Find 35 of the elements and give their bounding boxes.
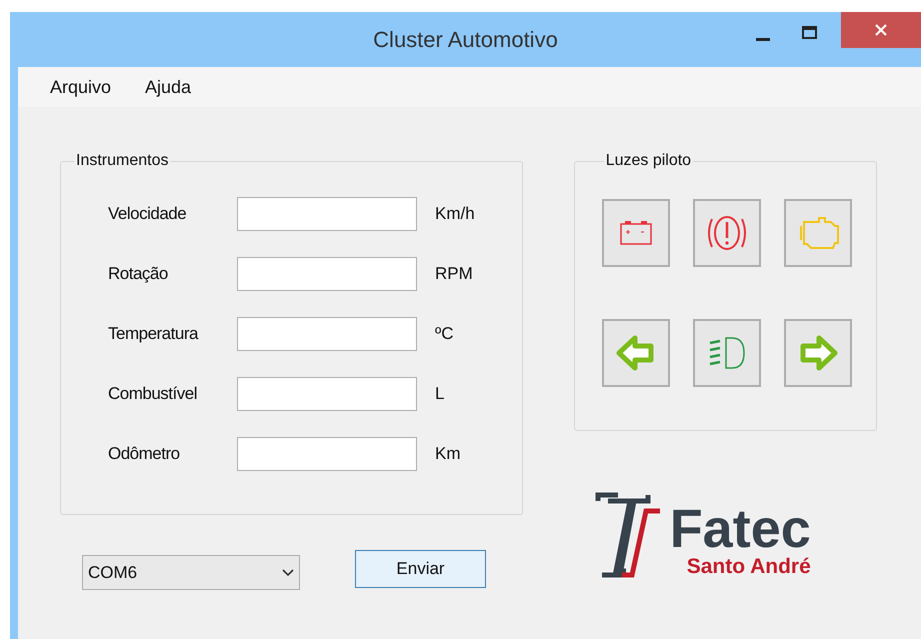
unit-label: L: [435, 383, 444, 406]
unit-label: RPM: [435, 263, 473, 286]
close-icon: [874, 23, 888, 37]
pilot-light-button[interactable]: [784, 199, 852, 267]
pilot-light-button[interactable]: [602, 319, 670, 387]
field-label: Odômetro: [108, 443, 181, 466]
group-title: Luzes piloto: [604, 151, 692, 171]
field-label: Velocidade: [108, 203, 188, 226]
unit-label: Km: [435, 443, 460, 466]
dropdown-value: COM6: [88, 562, 138, 584]
caret-icon: [282, 568, 294, 576]
field-label: Temperatura: [108, 323, 200, 346]
pilot-light-button[interactable]: [692, 319, 761, 387]
field-label: Rotação: [108, 263, 169, 286]
pilot-light-button[interactable]: [784, 319, 852, 387]
window-title: Cluster Automotivo: [373, 27, 558, 52]
send-button[interactable]: Enviar: [355, 550, 486, 588]
input-field[interactable]: [237, 437, 417, 471]
input-field[interactable]: [237, 257, 417, 291]
pilot-light-button[interactable]: [602, 199, 670, 267]
group-title: Instrumentos: [75, 151, 170, 171]
field-label: Combustível: [108, 383, 198, 406]
menu-item[interactable]: Arquivo: [50, 74, 112, 100]
unit-label: ºC: [435, 323, 454, 346]
menu-item[interactable]: Ajuda: [145, 74, 192, 100]
close-button[interactable]: [841, 12, 921, 48]
input-field[interactable]: [237, 377, 417, 411]
port-dropdown[interactable]: COM6: [82, 555, 300, 590]
logo-subtitle: Santo André: [686, 555, 811, 579]
unit-label: Km/h: [435, 203, 475, 226]
pilot-light-button[interactable]: [692, 199, 761, 267]
input-field[interactable]: [237, 197, 417, 231]
logo-name: Fatec: [670, 503, 811, 555]
input-field[interactable]: [237, 317, 417, 351]
maximize-icon[interactable]: [802, 26, 817, 39]
